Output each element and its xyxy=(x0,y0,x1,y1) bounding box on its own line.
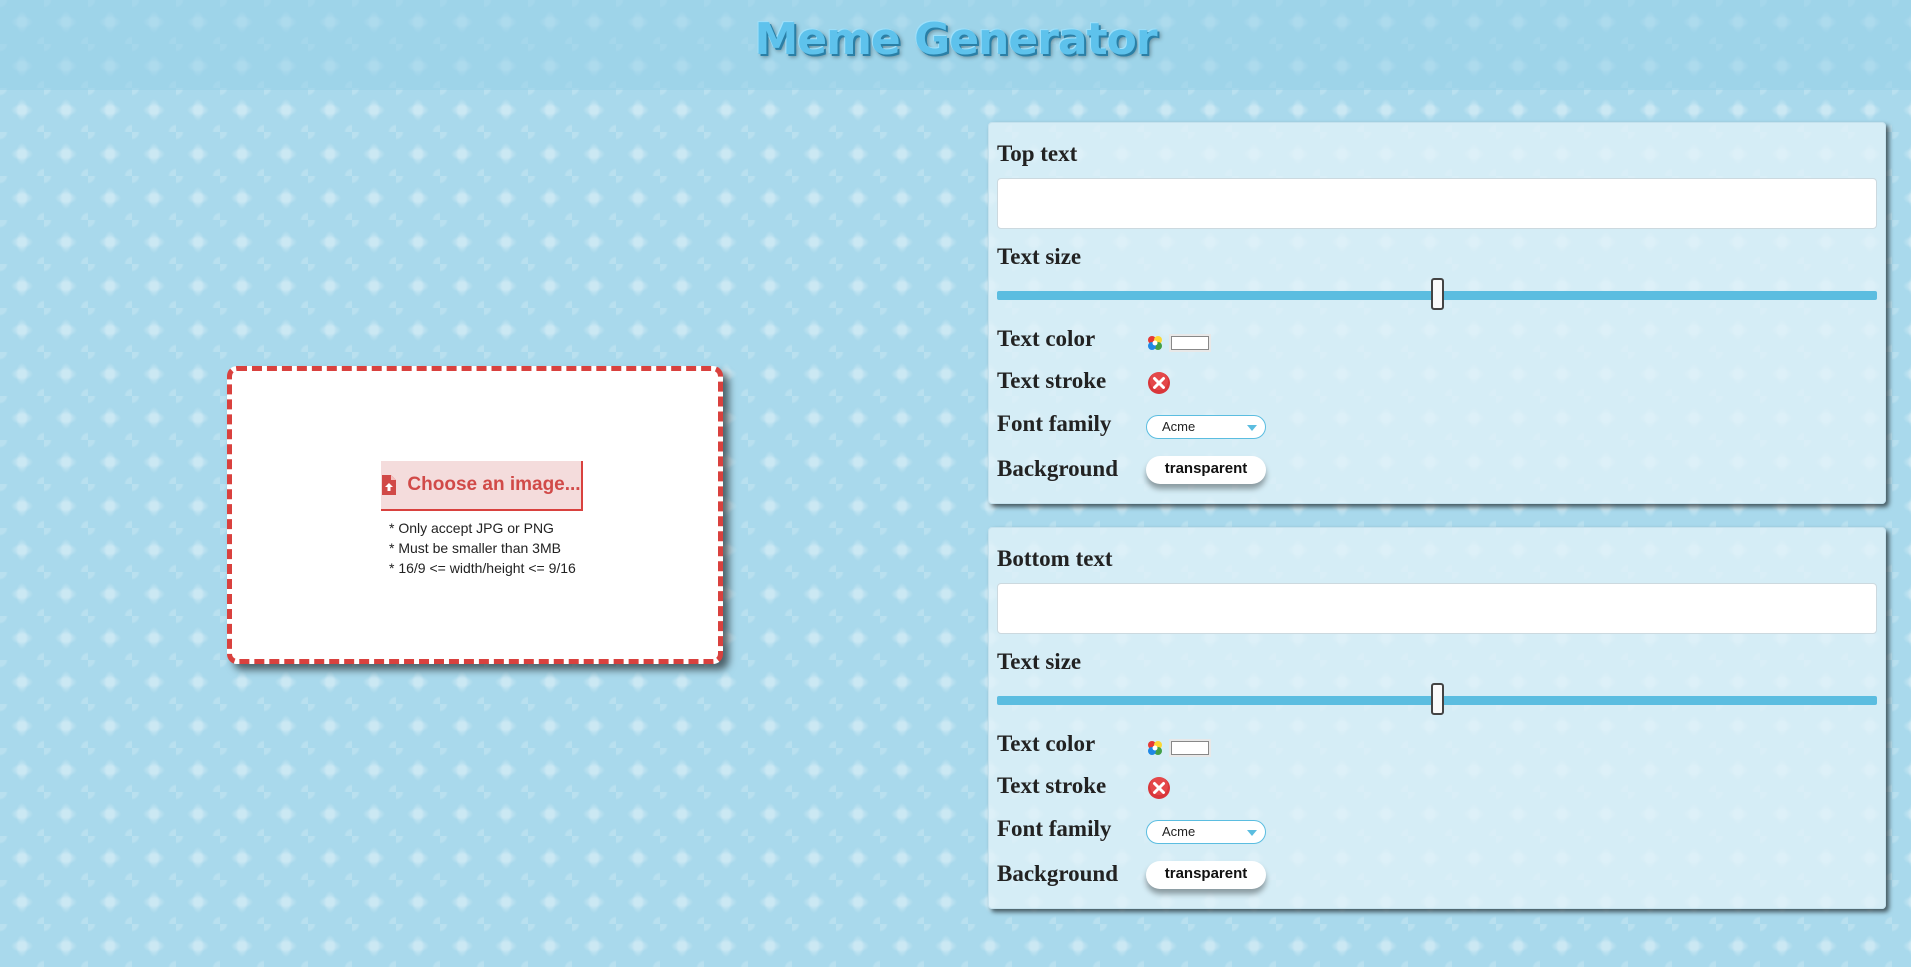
top-text-size-label: Text size xyxy=(997,244,1082,269)
top-text-size-slider[interactable] xyxy=(997,278,1877,310)
header-bar: Meme Generator xyxy=(0,0,1911,90)
bottom-text-size-thumb[interactable] xyxy=(1431,683,1444,715)
upload-rules: * Only accept JPG or PNG * Must be small… xyxy=(389,518,576,578)
top-font-family-value: Acme xyxy=(1162,419,1196,434)
bottom-background-button[interactable]: transparent xyxy=(1146,861,1266,889)
bottom-text-stroke-label: Text stroke xyxy=(997,773,1107,798)
top-text-color-swatch[interactable] xyxy=(1171,336,1209,350)
bottom-font-family-value: Acme xyxy=(1162,824,1196,839)
color-wheel-icon[interactable] xyxy=(1146,739,1164,757)
rule-format: * Only accept JPG or PNG xyxy=(389,520,554,536)
rule-size: * Must be smaller than 3MB xyxy=(389,540,561,556)
top-text-panel: Top text Text size Text color Text strok… xyxy=(988,122,1886,504)
bottom-text-size-slider[interactable] xyxy=(997,683,1877,715)
image-upload-dropzone[interactable]: Choose an image... * Only accept JPG or … xyxy=(227,366,723,664)
top-text-stroke-label: Text stroke xyxy=(997,368,1107,393)
chevron-down-icon xyxy=(1247,830,1257,836)
color-wheel-icon[interactable] xyxy=(1146,334,1164,352)
bottom-text-size-label: Text size xyxy=(997,649,1082,674)
close-circle-icon[interactable] xyxy=(1147,371,1171,395)
bottom-text-color-label: Text color xyxy=(997,731,1096,756)
bottom-text-label: Bottom text xyxy=(997,546,1113,571)
top-font-family-label: Font family xyxy=(997,411,1112,436)
top-text-input[interactable] xyxy=(997,178,1877,229)
chevron-down-icon xyxy=(1247,425,1257,431)
bottom-text-panel: Bottom text Text size Text color Text st… xyxy=(988,527,1886,909)
choose-image-button[interactable]: Choose an image... xyxy=(381,461,583,511)
rule-ratio: * 16/9 <= width/height <= 9/16 xyxy=(389,560,576,576)
bottom-background-label: Background xyxy=(997,861,1119,886)
top-text-color-label: Text color xyxy=(997,326,1096,351)
bottom-font-family-select[interactable]: Acme xyxy=(1146,820,1266,844)
top-background-button[interactable]: transparent xyxy=(1146,456,1266,484)
top-text-label: Top text xyxy=(997,141,1078,166)
close-circle-icon[interactable] xyxy=(1147,776,1171,800)
top-background-label: Background xyxy=(997,456,1119,481)
file-upload-icon xyxy=(382,475,397,495)
top-font-family-select[interactable]: Acme xyxy=(1146,415,1266,439)
bottom-text-color-swatch[interactable] xyxy=(1171,741,1209,755)
bottom-text-input[interactable] xyxy=(997,583,1877,634)
top-text-size-thumb[interactable] xyxy=(1431,278,1444,310)
choose-image-label: Choose an image... xyxy=(407,474,581,495)
page-title: Meme Generator xyxy=(754,14,1157,65)
bottom-font-family-label: Font family xyxy=(997,816,1112,841)
